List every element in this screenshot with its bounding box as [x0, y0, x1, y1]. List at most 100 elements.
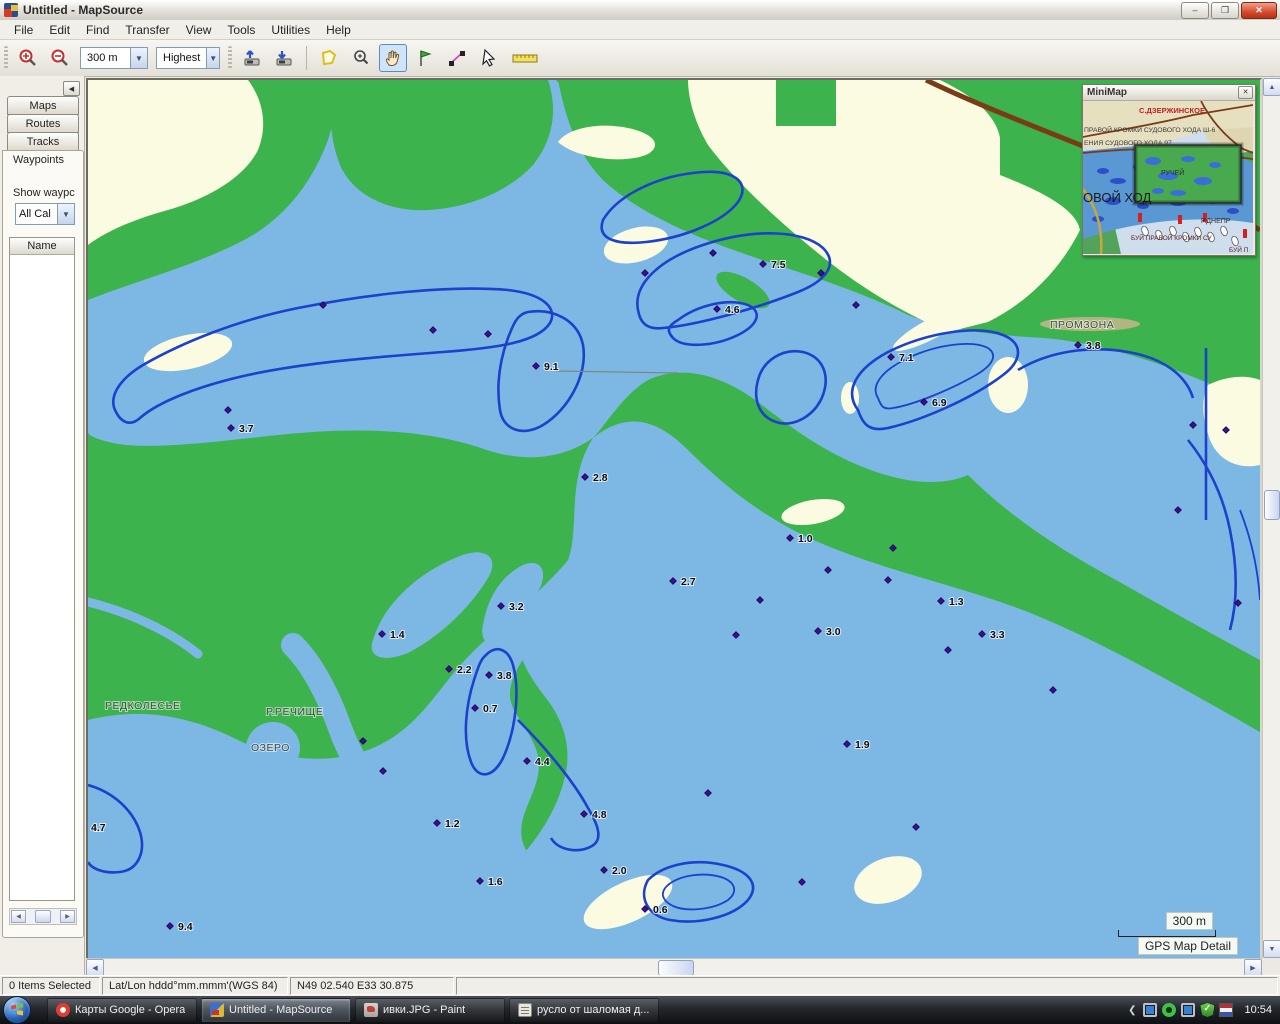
menu-utilities[interactable]: Utilities [263, 21, 318, 39]
depth-label: 2.0 [612, 865, 627, 877]
task-label: Карты Google - Opera [75, 1004, 185, 1016]
map-vertical-scrollbar[interactable]: ▲ ▼ [1262, 78, 1280, 958]
menu-tools[interactable]: Tools [219, 21, 263, 39]
minimap-label: РУЧЕЙ [1161, 168, 1184, 177]
map-tool-icon[interactable] [315, 44, 343, 72]
selection-arrow-tool-icon[interactable] [475, 44, 503, 72]
network-icon[interactable] [1143, 1003, 1157, 1017]
scroll-down-icon[interactable]: ▼ [1263, 940, 1280, 958]
depth-label: 2.2 [457, 664, 472, 676]
minimap-rendering: С.ДЗЕРЖИНСКОЕПРАВОЙ КРОМКИ СУДОВОГО ХОДА… [1083, 101, 1253, 254]
name-column-header[interactable]: Name [10, 238, 74, 255]
minimap-label: ОВОЙ ХОД [1083, 190, 1151, 205]
scroll-thumb[interactable] [658, 960, 694, 976]
antivirus-shield-icon[interactable] [1200, 1003, 1214, 1017]
depth-label: 4.6 [725, 304, 740, 316]
menu-view[interactable]: View [178, 21, 220, 39]
language-flag-icon[interactable] [1219, 1003, 1233, 1017]
map-scale-value: 300 m [81, 52, 130, 64]
minimap-label: БУЙ ПРАВОЙ КРОМКИ СУ [1131, 233, 1212, 242]
distance-ruler-tool-icon[interactable] [507, 44, 543, 72]
depth-label: 1.3 [949, 596, 964, 608]
hand-pan-tool-icon[interactable] [379, 44, 407, 72]
route-tool-icon[interactable] [443, 44, 471, 72]
hide-tray-icons-icon[interactable]: ❮ [1128, 1005, 1136, 1016]
scroll-up-icon[interactable]: ▲ [1263, 78, 1280, 96]
tab-routes[interactable]: Routes [7, 114, 79, 133]
close-button[interactable]: ✕ [1241, 2, 1277, 19]
depth-label: 2.7 [681, 576, 696, 588]
scroll-thumb[interactable] [35, 910, 51, 923]
agent-status-icon[interactable] [1162, 1003, 1176, 1017]
depth-label: 3.8 [1086, 340, 1101, 352]
category-filter-combobox[interactable]: All Cal ▼ [15, 203, 75, 225]
waypoint-list[interactable]: Name [9, 237, 75, 901]
position-format-status: Lat/Lon hddd°mm.mmm'(WGS 84) [102, 977, 288, 995]
taskbar-task-paint[interactable]: ивки.JPG - Paint [355, 998, 505, 1022]
minimize-button[interactable]: – [1181, 2, 1209, 19]
menu-help[interactable]: Help [318, 21, 359, 39]
depth-label: 0.6 [653, 904, 668, 916]
opera-icon [56, 1003, 70, 1017]
place-label: ОЗЕРО [251, 742, 290, 754]
place-label: ПРОМЗОНА [1050, 319, 1114, 331]
toolbar-grip[interactable] [228, 46, 232, 70]
status-spacer [456, 977, 1278, 995]
map-horizontal-scrollbar[interactable]: ◀ ▶ [86, 958, 1262, 976]
map-scale-combobox[interactable]: 300 m ▼ [80, 47, 148, 69]
taskbar-task-opera[interactable]: Карты Google - Opera [47, 998, 197, 1022]
paint-icon [364, 1003, 378, 1017]
minimap-panel[interactable]: MiniMap ✕ [1082, 84, 1256, 256]
mapsource-icon [210, 1003, 224, 1017]
detail-level-value: Highest [157, 52, 206, 64]
depth-label: 7.5 [771, 259, 786, 271]
task-label: Untitled - MapSource [229, 1004, 332, 1016]
zoom-region-tool-icon[interactable] [347, 44, 375, 72]
depth-label: 3.8 [497, 670, 512, 682]
system-tray: ❮ 10:54 [1128, 1003, 1280, 1017]
tab-tracks[interactable]: Tracks [7, 132, 79, 151]
scroll-thumb[interactable] [1264, 490, 1280, 520]
depth-label: 3.7 [239, 423, 254, 435]
task-label: ивки.JPG - Paint [383, 1004, 465, 1016]
taskbar-task-mapsource[interactable]: Untitled - MapSource [201, 998, 351, 1022]
waypoint-list-hscrollbar[interactable]: ◀ ▶ [9, 908, 77, 925]
menu-transfer[interactable]: Transfer [117, 21, 177, 39]
minimap-close-icon[interactable]: ✕ [1238, 86, 1253, 99]
restore-button[interactable]: ❐ [1211, 2, 1239, 19]
display-icon[interactable] [1181, 1003, 1195, 1017]
category-filter-value: All Cal [16, 208, 57, 220]
menu-find[interactable]: Find [78, 21, 117, 39]
taskbar-task-document[interactable]: русло от шаломая д... [509, 998, 659, 1022]
start-button[interactable] [3, 996, 31, 1024]
tab-waypoints[interactable]: Waypoints [3, 151, 83, 166]
zoom-in-icon[interactable] [14, 44, 42, 72]
minimap-label: Р.ДНЕПР [1201, 218, 1231, 225]
tab-maps[interactable]: Maps [7, 96, 79, 115]
place-label: Р.РЕЧИЩЕ [266, 706, 323, 718]
chevron-down-icon[interactable]: ▼ [206, 48, 219, 68]
send-to-device-icon[interactable] [238, 44, 266, 72]
zoom-out-icon[interactable] [46, 44, 74, 72]
toolbar: 300 m ▼ Highest ▼ [0, 40, 1280, 77]
chevron-down-icon[interactable]: ▼ [130, 48, 147, 68]
menu-edit[interactable]: Edit [41, 21, 78, 39]
place-label: РЕДКОЛЕСЬЕ [105, 700, 181, 712]
chevron-down-icon[interactable]: ▼ [57, 204, 74, 224]
map-scale-label: 300 m [1166, 912, 1213, 930]
toolbar-grip[interactable] [4, 46, 8, 70]
menu-file[interactable]: File [6, 21, 41, 39]
window-title: Untitled - MapSource [23, 3, 143, 17]
minimap-title-bar[interactable]: MiniMap ✕ [1083, 85, 1255, 101]
waypoint-flag-tool-icon[interactable] [411, 44, 439, 72]
scroll-left-icon[interactable]: ◀ [11, 910, 26, 923]
sidebar: ◀ MapsRoutesTracks Waypoints Show waypc … [0, 76, 85, 975]
menu-bar: FileEditFindTransferViewToolsUtilitiesHe… [0, 20, 1280, 40]
waypoints-panel: Waypoints Show waypc All Cal ▼ Name ◀ ▶ [2, 150, 84, 938]
map-canvas[interactable]: 7.54.69.17.13.86.93.72.81.02.73.21.31.43… [86, 78, 1262, 960]
detail-level-combobox[interactable]: Highest ▼ [156, 47, 220, 69]
show-waypoints-label: Show waypc [13, 187, 81, 199]
scroll-right-icon[interactable]: ▶ [60, 910, 75, 923]
sidebar-collapse-icon[interactable]: ◀ [63, 81, 80, 96]
receive-from-device-icon[interactable] [270, 44, 298, 72]
